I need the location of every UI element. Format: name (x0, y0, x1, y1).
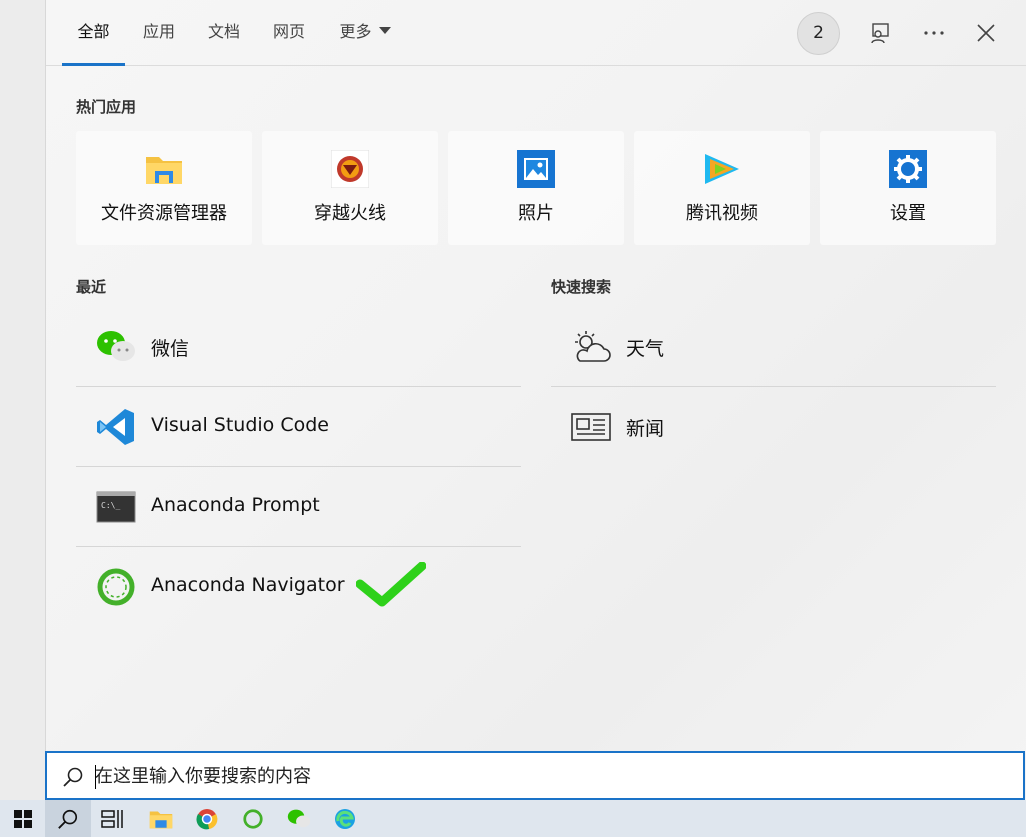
checkmark-annotation (356, 562, 426, 607)
gear-icon (888, 149, 928, 189)
windows-start-icon[interactable] (0, 800, 46, 837)
app-tile-label: 照片 (518, 203, 554, 224)
tab-label: 全部 (77, 22, 110, 41)
text-cursor (95, 765, 96, 789)
recent-item-label: 微信 (151, 338, 190, 360)
recent-item-wechat[interactable]: 微信 (76, 307, 521, 387)
anaconda-icon[interactable] (230, 800, 276, 837)
tab-label: 网页 (272, 22, 305, 41)
news-icon (569, 407, 613, 447)
chevron-down-icon (378, 27, 391, 34)
app-tile-label: 文件资源管理器 (101, 203, 227, 224)
close-icon[interactable] (971, 18, 1001, 48)
search-icon (63, 767, 83, 787)
app-tile-label: 穿越火线 (314, 203, 386, 224)
crossfire-icon (330, 149, 370, 189)
recent-item-anaconda-prompt[interactable]: C:\_ Anaconda Prompt (76, 467, 521, 547)
tab-bar: 全部 应用 文档 网页 更多 2 (46, 0, 1026, 66)
app-tile-tencent-video[interactable]: 腾讯视频 (634, 131, 810, 245)
app-tile-label: 设置 (890, 203, 926, 224)
tab-apps[interactable]: 应用 (138, 0, 180, 66)
photos-icon (516, 149, 556, 189)
recent-item-anaconda-navigator[interactable]: Anaconda Navigator (76, 547, 521, 627)
top-apps-title: 热门应用 (76, 98, 137, 116)
quick-item-label: 天气 (626, 338, 665, 360)
app-tile-label: 腾讯视频 (686, 203, 758, 224)
recent-item-label: Anaconda Navigator (151, 574, 345, 596)
search-icon[interactable] (45, 800, 91, 837)
wechat-icon (96, 327, 136, 367)
quick-search-title: 快速搜索 (551, 278, 612, 296)
recent-title: 最近 (76, 278, 107, 296)
recent-item-label: Anaconda Prompt (151, 494, 320, 516)
tab-label: 更多 (339, 22, 372, 41)
tab-documents[interactable]: 文档 (203, 0, 245, 66)
tab-all[interactable]: 全部 (62, 0, 125, 66)
search-box[interactable] (45, 751, 1025, 800)
quick-item-weather[interactable]: 天气 (551, 307, 996, 387)
folder-icon (144, 149, 184, 189)
svg-text:C:\_: C:\_ (101, 501, 120, 510)
taskbar (0, 800, 1026, 837)
points-badge[interactable]: 2 (797, 12, 840, 55)
app-tile-crossfire[interactable]: 穿越火线 (262, 131, 438, 245)
feedback-icon[interactable] (865, 18, 895, 48)
anaconda-icon (96, 567, 136, 607)
task-view-icon[interactable] (90, 800, 136, 837)
tab-web[interactable]: 网页 (268, 0, 310, 66)
more-icon[interactable] (919, 18, 949, 48)
quick-item-label: 新闻 (626, 418, 665, 440)
search-input[interactable] (95, 761, 995, 791)
recent-item-label: Visual Studio Code (151, 414, 329, 436)
file-explorer-icon[interactable] (138, 800, 184, 837)
recent-item-vscode[interactable]: Visual Studio Code (76, 387, 521, 467)
app-tile-photos[interactable]: 照片 (448, 131, 624, 245)
edge-icon[interactable] (322, 800, 368, 837)
app-tile-settings[interactable]: 设置 (820, 131, 996, 245)
search-panel: 全部 应用 文档 网页 更多 2 热门应用 文件资源管理器 穿越火线 照片 腾讯… (45, 0, 1026, 800)
desktop-background (0, 0, 45, 800)
chrome-icon[interactable] (184, 800, 230, 837)
weather-icon (569, 327, 613, 367)
app-tile-file-explorer[interactable]: 文件资源管理器 (76, 131, 252, 245)
tab-more[interactable]: 更多 (335, 0, 395, 66)
terminal-icon: C:\_ (96, 487, 136, 527)
vscode-icon (96, 407, 136, 447)
wechat-icon[interactable] (276, 800, 322, 837)
tab-label: 文档 (207, 22, 240, 41)
tab-label: 应用 (142, 22, 175, 41)
quick-item-news[interactable]: 新闻 (551, 387, 996, 467)
tencent-video-icon (702, 149, 742, 189)
